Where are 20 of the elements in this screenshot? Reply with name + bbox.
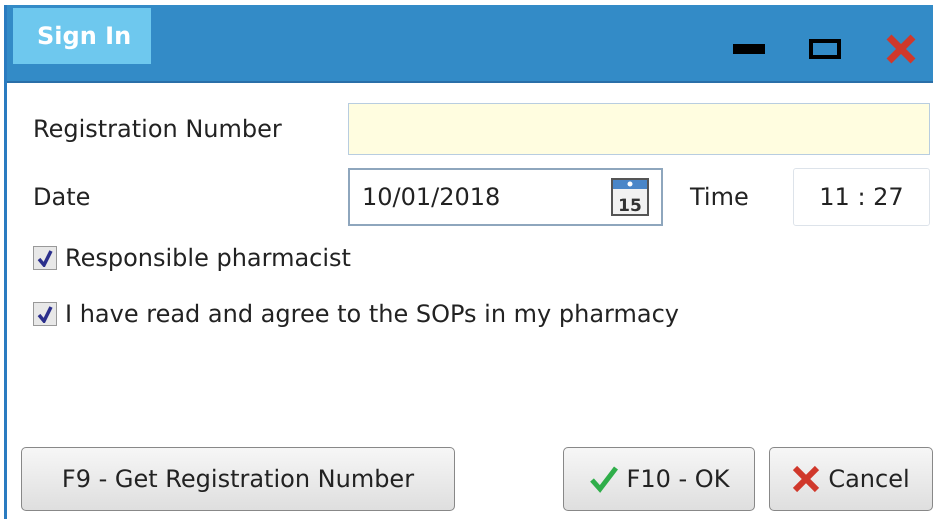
field-label: Registration Number: [33, 114, 282, 145]
check-icon: [588, 465, 619, 493]
calendar-icon: 15: [611, 178, 649, 216]
field-label: Time: [690, 182, 749, 213]
minimize-icon: [733, 44, 765, 54]
registration-number-field[interactable]: [348, 103, 930, 155]
checkbox-label: Responsible pharmacist: [65, 243, 351, 274]
checkbox[interactable]: [33, 246, 57, 270]
maximize-icon: [809, 39, 841, 59]
ok-button[interactable]: F10 - OK: [563, 447, 755, 511]
get-registration-number-button[interactable]: F9 - Get Registration Number: [21, 447, 455, 511]
time-field[interactable]: 11 : 27: [793, 168, 930, 226]
checkbox[interactable]: [33, 302, 57, 326]
field-label: Date: [33, 182, 92, 213]
date-field[interactable]: 10/01/2018 15: [348, 168, 663, 226]
checkbox-label: I have read and agree to the SOPs in my pharmacy: [65, 299, 679, 330]
cancel-icon: [792, 465, 820, 493]
close-icon: [886, 34, 916, 64]
window-title: Sign In: [13, 8, 152, 64]
cancel-button[interactable]: Cancel: [769, 447, 933, 511]
